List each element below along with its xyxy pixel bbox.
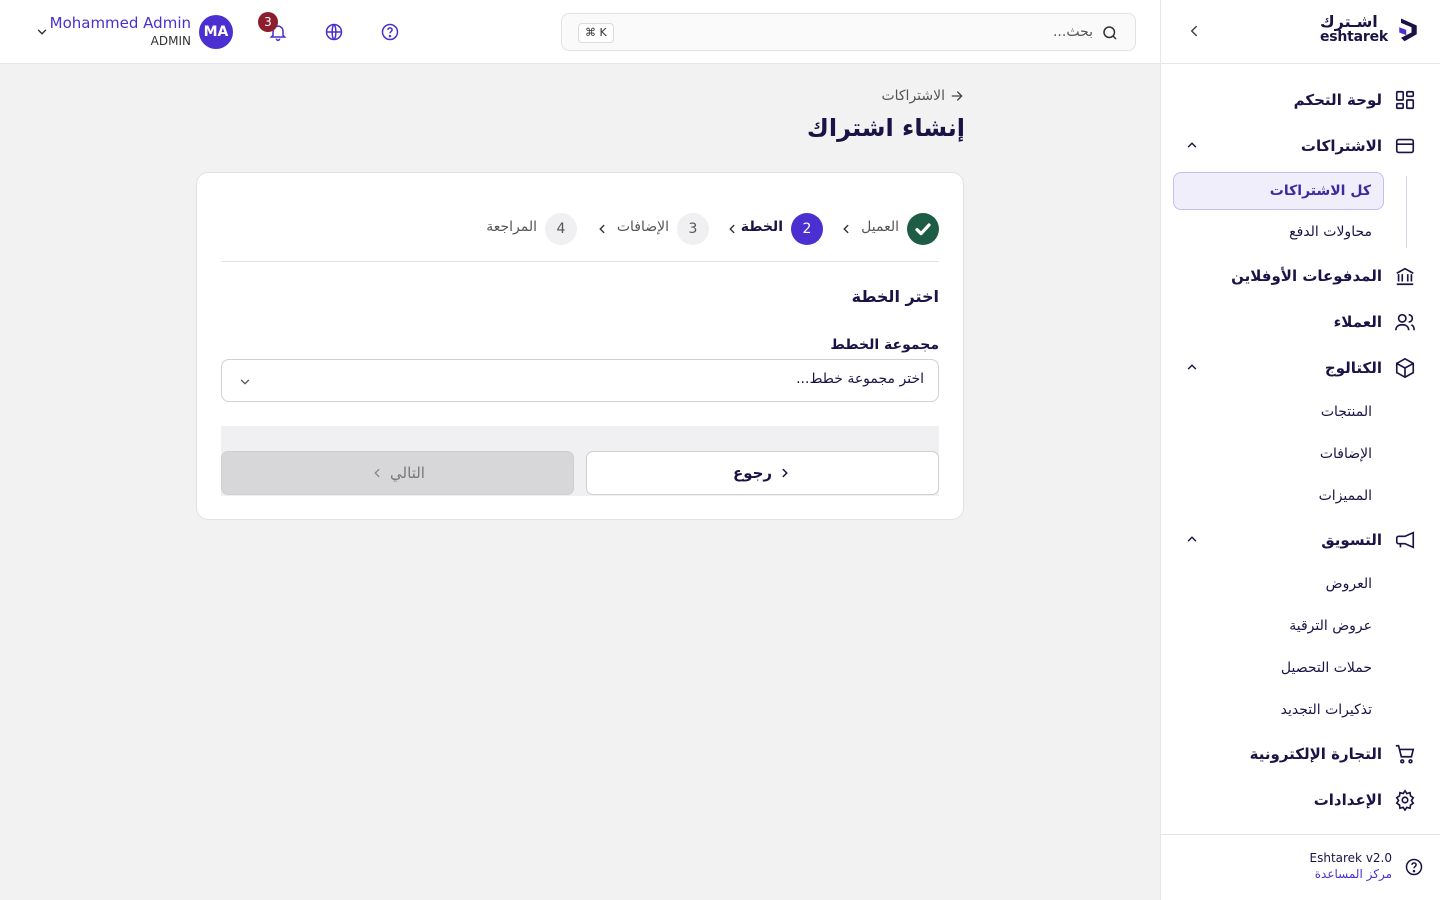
sidebar-item-marketing[interactable]: التسويق xyxy=(1161,520,1440,560)
chevron-left-icon xyxy=(1190,25,1197,37)
user-name[interactable]: Mohammed Admin xyxy=(50,14,191,32)
step-3-upcoming[interactable]: 3 xyxy=(677,213,709,245)
credit-card-icon xyxy=(1395,138,1415,154)
stepper-divider xyxy=(221,261,939,262)
chevron-left-icon xyxy=(599,224,605,234)
section-title: اختر الخطة xyxy=(851,287,939,306)
app-version: Eshtarek v2.0 xyxy=(1309,851,1393,865)
bank-icon xyxy=(1396,267,1414,286)
sidebar-item-label: التسويق xyxy=(1321,531,1382,549)
sidebar-item-label: الكتالوج xyxy=(1324,359,1382,377)
sidebar-item-label: العملاء xyxy=(1333,313,1382,331)
cart-icon xyxy=(1395,744,1415,764)
sidebar-item-offline-payments[interactable]: المدفوعات الأوفلاين xyxy=(1161,256,1440,296)
sidebar-item-label: المدفوعات الأوفلاين xyxy=(1231,267,1382,285)
top-bar: Mohammed Admin ADMIN MA 3 ⌘ K xyxy=(0,0,1160,64)
sidebar-subitem-offers[interactable]: العروض xyxy=(1161,566,1440,602)
sidebar-subitem-all-subscriptions[interactable]: كل الاشتراكات xyxy=(1173,172,1384,210)
help-center-link[interactable]: مركز المساعدة xyxy=(1315,867,1392,881)
stepper: العميل 2 الخطة 3 الإضافات 4 المراجعة xyxy=(221,213,939,247)
brand-mark-icon xyxy=(1399,18,1417,42)
back-button-label: رجوع xyxy=(732,464,773,482)
chevron-up-icon xyxy=(1187,364,1197,370)
avatar[interactable]: MA xyxy=(199,15,233,49)
brand-name-ar: اشـترك xyxy=(1319,12,1378,31)
sidebar-item-subscriptions[interactable]: الاشتراكات xyxy=(1161,126,1440,166)
next-button-label: التالي xyxy=(390,464,425,482)
users-icon xyxy=(1395,313,1415,331)
sidebar-subitem-payment-attempts[interactable]: محاولات الدفع xyxy=(1161,214,1440,250)
sidebar-item-label: الإعدادات xyxy=(1313,791,1382,809)
language-button[interactable] xyxy=(324,22,344,42)
brand-name-en: eshtarek xyxy=(1319,29,1388,45)
sidebar-item-label: لوحة التحكم xyxy=(1293,91,1382,109)
step-2-current[interactable]: 2 xyxy=(791,213,823,245)
user-role: ADMIN xyxy=(150,34,191,48)
sidebar-item-dashboard[interactable]: لوحة التحكم xyxy=(1161,80,1440,120)
sidebar-subitem-dunning-campaigns[interactable]: حملات التحصيل xyxy=(1161,650,1440,686)
sidebar-subitem-renewal-reminders[interactable]: تذكيرات التجديد xyxy=(1161,692,1440,728)
sidebar-item-ecommerce[interactable]: التجارة الإلكترونية xyxy=(1161,734,1440,774)
chevron-up-icon xyxy=(1187,536,1197,542)
dashboard-grid-icon xyxy=(1395,90,1415,110)
sidebar-header: اشـترك eshtarek xyxy=(1161,0,1440,64)
sidebar-footer: Eshtarek v2.0 مركز المساعدة xyxy=(1161,834,1440,900)
plan-group-placeholder: اختر مجموعة خطط... xyxy=(796,371,924,387)
sidebar-subitem-features[interactable]: المميزات xyxy=(1161,478,1440,514)
package-icon xyxy=(1395,357,1415,379)
brand-logo[interactable]: اشـترك eshtarek xyxy=(1320,14,1422,44)
sidebar-item-customers[interactable]: العملاء xyxy=(1161,302,1440,342)
collapse-sidebar-button[interactable] xyxy=(1185,22,1203,40)
chevron-left-icon xyxy=(843,224,849,234)
sidebar: اشـترك eshtarek لوحة التحكم الاشتراكات ك… xyxy=(1160,0,1440,900)
next-button[interactable]: التالي xyxy=(221,451,574,495)
chevron-up-icon xyxy=(1187,142,1197,148)
sidebar-item-label: الاشتراكات xyxy=(1300,137,1382,155)
breadcrumb-label: الاشتراكات xyxy=(881,88,945,104)
plan-group-label: مجموعة الخطط xyxy=(830,337,939,353)
help-button[interactable] xyxy=(380,22,400,42)
chevron-left-icon xyxy=(374,468,380,478)
sidebar-item-catalog[interactable]: الكتالوج xyxy=(1161,348,1440,388)
step-2-label: الخطة xyxy=(740,219,783,235)
globe-icon xyxy=(325,23,343,41)
step-4-upcoming[interactable]: 4 xyxy=(545,213,577,245)
chevron-left-icon xyxy=(729,224,735,234)
step-4-label: المراجعة xyxy=(486,219,537,235)
sidebar-item-settings[interactable]: الإعدادات xyxy=(1161,780,1440,820)
help-circle-icon xyxy=(381,23,399,41)
sidebar-subitem-upgrade-offers[interactable]: عروض الترقية xyxy=(1161,608,1440,644)
step-1-label: العميل xyxy=(861,219,899,235)
chevron-down-icon xyxy=(240,379,250,385)
sidebar-item-label: التجارة الإلكترونية xyxy=(1249,745,1382,763)
search-box: ⌘ K xyxy=(561,13,1136,51)
sidebar-subitem-addons[interactable]: الإضافات xyxy=(1161,436,1440,472)
plan-group-select[interactable]: اختر مجموعة خطط... xyxy=(221,359,939,402)
help-circle-icon[interactable] xyxy=(1404,857,1424,877)
search-icon xyxy=(1103,26,1117,40)
search-input[interactable] xyxy=(653,14,1093,50)
user-menu-toggle[interactable] xyxy=(35,25,49,39)
step-3-label: الإضافات xyxy=(616,219,669,235)
search-shortcut: ⌘ K xyxy=(578,23,614,43)
chevron-down-icon xyxy=(37,29,47,35)
step-1-complete[interactable] xyxy=(907,213,939,245)
page-title: إنشاء اشتراك xyxy=(806,114,965,142)
back-button[interactable]: رجوع xyxy=(586,451,939,495)
breadcrumb[interactable]: الاشتراكات xyxy=(881,88,965,104)
notification-badge: 3 xyxy=(258,12,278,32)
form-actions: رجوع التالي xyxy=(221,426,939,496)
create-subscription-card: العميل 2 الخطة 3 الإضافات 4 المراجعة اخت… xyxy=(196,172,964,520)
chevron-right-icon xyxy=(782,468,788,478)
check-icon xyxy=(915,223,931,236)
gear-icon xyxy=(1395,789,1415,811)
arrow-right-icon xyxy=(951,91,963,101)
megaphone-icon xyxy=(1395,531,1415,549)
sidebar-subitem-products[interactable]: المنتجات xyxy=(1161,394,1440,430)
